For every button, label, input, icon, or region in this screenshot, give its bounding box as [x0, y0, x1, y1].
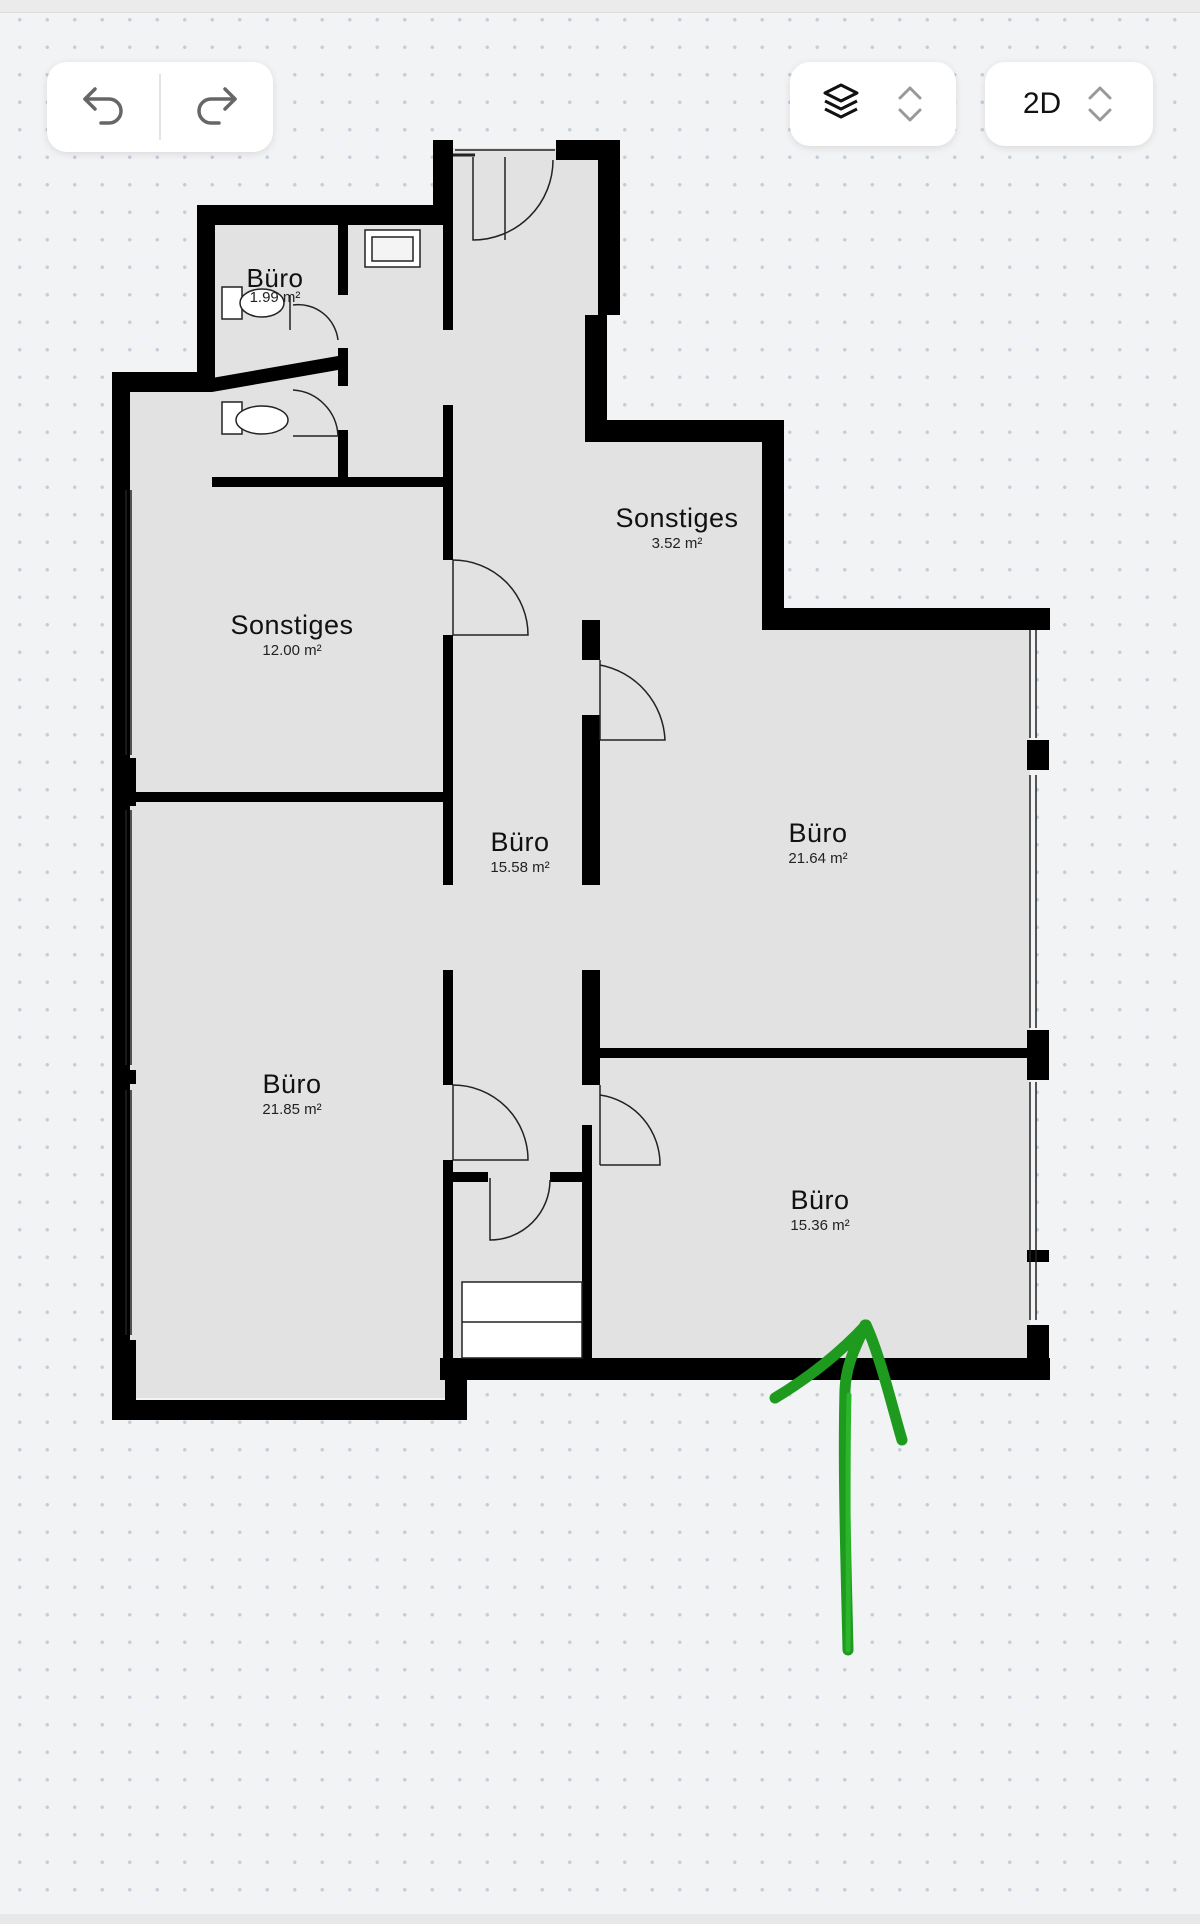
room-label: Büro 15.36 m² — [790, 1184, 849, 1236]
wall — [582, 620, 600, 660]
wall — [762, 608, 1050, 630]
room-name: Büro — [490, 827, 550, 857]
wall — [338, 348, 348, 386]
wall — [585, 315, 607, 425]
room-label: Büro 1.99 m² — [247, 262, 304, 308]
room-buero-corridor[interactable] — [446, 148, 598, 1378]
room-area: 21.64 m² — [788, 850, 848, 867]
room-name: Büro — [788, 818, 848, 848]
room-label: Sonstiges 12.00 m² — [230, 609, 353, 661]
room-label: Sonstiges 3.52 m² — [615, 502, 738, 554]
wall — [1027, 740, 1049, 770]
toilet-icon — [221, 286, 243, 320]
wall — [445, 1360, 467, 1420]
room-sonstiges-large[interactable] — [128, 385, 446, 798]
wall — [443, 1160, 453, 1365]
wall — [197, 205, 447, 225]
room-name: Sonstiges — [230, 610, 354, 640]
wall — [453, 1172, 488, 1182]
wall — [197, 205, 215, 390]
wall — [440, 1358, 1050, 1380]
room-area: 1.99 m² — [249, 289, 301, 306]
room-name: Büro — [262, 1069, 322, 1099]
wall — [443, 970, 453, 1085]
room-name: Sonstiges — [615, 503, 739, 533]
wall — [112, 372, 130, 1420]
wall — [598, 140, 620, 315]
wall — [582, 715, 600, 885]
wall — [112, 758, 136, 806]
wall — [582, 970, 600, 1085]
wall — [212, 477, 446, 487]
kitchen-counter-icon — [461, 1281, 583, 1359]
room-area: 15.58 m² — [490, 859, 550, 876]
wall — [338, 430, 348, 480]
room-area: 12.00 m² — [262, 642, 322, 659]
room-label: Büro 15.58 m² — [490, 826, 549, 878]
room-label: Büro 21.64 m² — [788, 817, 847, 869]
wall — [582, 1125, 592, 1365]
wall — [443, 225, 453, 330]
room-area: 21.85 m² — [262, 1101, 322, 1118]
room-fills — [128, 148, 1030, 1398]
wall — [443, 635, 453, 885]
wall — [112, 1340, 136, 1420]
wall — [130, 792, 446, 802]
room-name: Büro — [790, 1185, 850, 1215]
room-area: 3.52 m² — [651, 535, 703, 552]
wall — [433, 140, 453, 225]
wall — [1027, 1030, 1049, 1080]
wall — [338, 225, 348, 295]
wall — [112, 1400, 467, 1420]
wall — [585, 420, 783, 442]
floorplan[interactable] — [0, 0, 1200, 1924]
wall — [112, 1070, 136, 1084]
wall — [590, 1048, 1030, 1058]
wall — [762, 420, 784, 620]
wall — [550, 1172, 590, 1182]
bottom-edge — [0, 1914, 1200, 1924]
room-label: Büro 21.85 m² — [262, 1068, 321, 1120]
room-area: 15.36 m² — [790, 1217, 850, 1234]
